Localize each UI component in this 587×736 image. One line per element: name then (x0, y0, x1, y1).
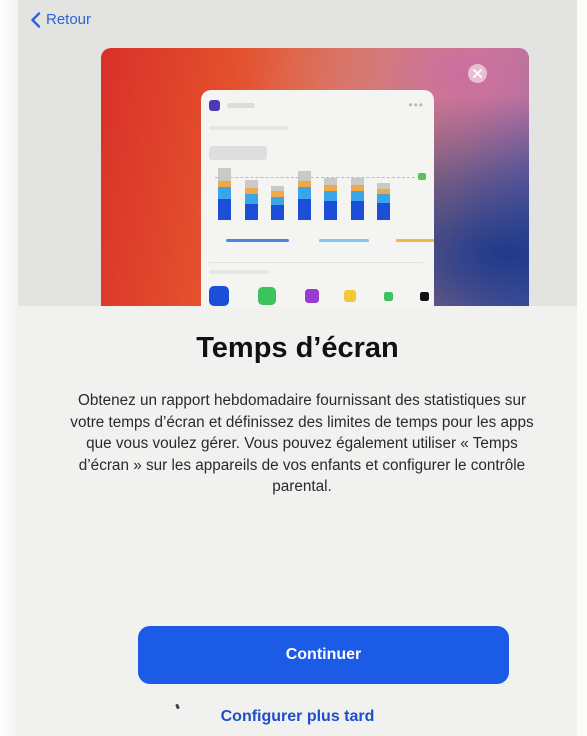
page-title: Temps d’écran (196, 332, 399, 364)
bar-segment-mid (350, 190, 364, 202)
preview-value-placeholder (209, 146, 267, 160)
preview-bar (218, 168, 231, 220)
bar-segment-dark (297, 198, 311, 220)
bar-segment-dark (377, 203, 390, 220)
preview-app-icon (209, 286, 229, 306)
close-button[interactable] (468, 64, 487, 83)
bar-segment-mid (218, 187, 231, 199)
configure-later-button[interactable]: Configurer plus tard (18, 708, 577, 726)
bar-segment-gray (297, 170, 311, 181)
preview-bar (297, 170, 311, 220)
preview-app-icon (258, 287, 276, 305)
chevron-left-icon (31, 11, 41, 28)
screen-time-preview-card: ••• (201, 90, 434, 306)
bar-segment-dark (271, 205, 284, 220)
device-frame-right (577, 0, 587, 736)
legend-line-3 (396, 239, 434, 242)
description-text: Obtenez un rapport hebdomadaire fourniss… (70, 392, 534, 495)
continue-button[interactable]: Continuer (138, 626, 509, 684)
preview-section-placeholder (209, 270, 269, 274)
preview-bar (350, 178, 364, 220)
preview-bar-chart (218, 168, 408, 220)
preview-text-placeholder (209, 126, 289, 130)
preview-bar (324, 178, 337, 220)
back-label: Retour (46, 11, 92, 28)
close-icon (473, 69, 482, 78)
back-button[interactable]: Retour (30, 11, 91, 28)
bar-segment-dark (244, 204, 258, 220)
preview-app-icon (384, 291, 393, 301)
preview-title-placeholder (227, 103, 255, 108)
preview-app-icon (305, 289, 319, 303)
bar-segment-gray (244, 179, 258, 188)
device-frame-left (0, 0, 18, 736)
more-icon: ••• (408, 98, 424, 112)
preview-bar (271, 186, 284, 220)
preview-app-icon (420, 291, 429, 301)
preview-app-icon (344, 290, 356, 302)
bar-segment-gray (218, 168, 231, 181)
bar-segment-dark (218, 198, 231, 220)
legend-line-2 (319, 239, 369, 242)
bar-segment-mid (244, 194, 258, 205)
legend-line-1 (226, 239, 289, 242)
preview-bar (377, 182, 390, 220)
screen: Retour ••• Temps d’écran Obtenez un rapp… (18, 0, 577, 736)
preview-app-dot (209, 100, 220, 111)
bar-segment-dark (324, 201, 337, 220)
bar-segment-mid (377, 193, 390, 204)
preview-bar (244, 179, 258, 220)
preview-divider (209, 262, 424, 263)
bar-segment-mid (324, 190, 337, 202)
average-marker (418, 173, 426, 180)
bar-segment-mid (271, 196, 284, 206)
bar-segment-mid (297, 187, 311, 199)
bar-segment-dark (350, 201, 364, 220)
